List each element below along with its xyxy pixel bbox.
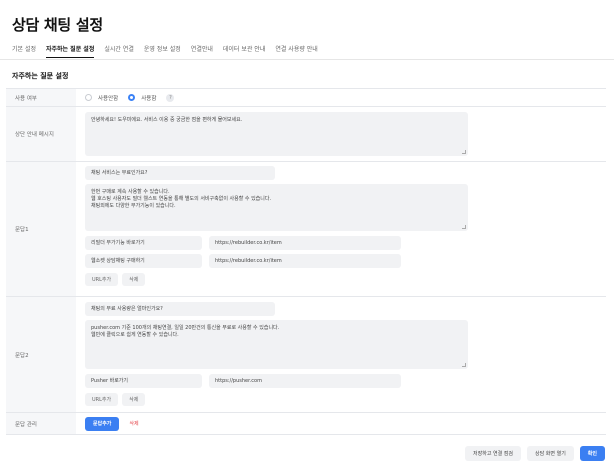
help-icon[interactable]: ? <box>166 93 175 102</box>
add-faq-button[interactable]: 문답추가 <box>85 416 120 431</box>
radio-enabled[interactable] <box>128 94 136 101</box>
link-name-input[interactable]: 웹소켓 상담채팅 구매하기 <box>85 254 202 268</box>
tab-usage-guide[interactable]: 연결 사용량 안내 <box>275 44 317 58</box>
tab-data-retention[interactable]: 데이터 보관 안내 <box>223 44 265 58</box>
faq-button-row-2: URL추가 삭제 <box>85 393 597 406</box>
open-chat-button[interactable]: 상담 화면 열기 <box>527 446 574 461</box>
faq-answer-line: 웹빈에 클릭으로 쉽게 연동할 수 있습니다. <box>91 332 179 338</box>
resize-grip-icon[interactable] <box>462 150 466 154</box>
intro-text: 안녕하세요! 도우미에요. 서비스 이용 중 궁금한 점을 편하게 물어보세요. <box>91 117 243 123</box>
radio-disabled[interactable] <box>85 94 92 101</box>
tab-realtime-connection[interactable]: 실시간 연결 <box>104 44 134 58</box>
intro-row: 상단 안내 메시지 안녕하세요! 도우미에요. 서비스 이용 중 궁금한 점을 … <box>6 107 606 162</box>
faq-answer-line: 채팅외에도 다양한 부가기능이 있습니다. <box>91 203 176 209</box>
faq-button-row-1: URL추가 삭제 <box>85 273 597 286</box>
intro-label: 상단 안내 메시지 <box>6 107 76 161</box>
delete-url-button[interactable]: 삭제 <box>122 393 146 406</box>
faq-settings-form: 사용 여부 사용안함 사용함 ? 상단 안내 메시지 안녕하세요! 도우미에요.… <box>6 88 606 435</box>
faq-answer-textarea-2[interactable]: pusher.com 기준 100개의 채팅연결, 일일 20만건의 통신을 무… <box>85 320 468 369</box>
tab-divider <box>0 59 614 60</box>
tab-faq-settings[interactable]: 자주하는 질문 설정 <box>46 44 95 58</box>
manage-label: 문답 관리 <box>6 413 76 434</box>
faq-label-2: 문답2 <box>6 297 76 412</box>
radio-enabled-label[interactable]: 사용함 <box>141 94 156 102</box>
link-url-input[interactable]: https://rebuilder.co.kr/item <box>209 236 401 250</box>
usage-label: 사용 여부 <box>6 89 76 106</box>
page-title: 상담 채팅 설정 <box>12 16 103 34</box>
resize-grip-icon[interactable] <box>462 225 466 229</box>
faq-answer-line: 한번 구매로 계속 사용할 수 있습니다. <box>91 189 170 195</box>
intro-textarea[interactable]: 안녕하세요! 도우미에요. 서비스 이용 중 궁금한 점을 편하게 물어보세요. <box>85 112 468 156</box>
tab-connection-guide[interactable]: 연결안내 <box>191 44 213 58</box>
faq-question-input-2[interactable]: 채팅의 무료 사용량은 얼마인가요? <box>85 302 275 316</box>
add-url-button[interactable]: URL추가 <box>85 393 119 406</box>
tab-basic-settings[interactable]: 기본 설정 <box>12 44 36 58</box>
add-url-button[interactable]: URL추가 <box>85 273 119 286</box>
faq-row-1: 문답1 채팅 서비스는 무료인가요? 한번 구매로 계속 사용할 수 있습니다.… <box>6 162 606 297</box>
delete-url-button[interactable]: 삭제 <box>122 273 146 286</box>
faq-row-2: 문답2 채팅의 무료 사용량은 얼마인가요? pusher.com 기준 100… <box>6 297 606 413</box>
footer-actions: 저장하고 연결 점검 상담 화면 열기 확인 <box>465 446 605 461</box>
confirm-button[interactable]: 확인 <box>579 446 605 461</box>
faq-answer-line: pusher.com 기준 100개의 채팅연결, 일일 20만건의 통신을 무… <box>91 325 280 331</box>
faq-manage-row: 문답 관리 문답추가 삭제 <box>6 413 606 435</box>
tab-operation-info[interactable]: 운영 정보 설정 <box>144 44 181 58</box>
faq-link-row: 웹소켓 상담채팅 구매하기 https://rebuilder.co.kr/it… <box>85 254 597 268</box>
faq-link-row: 리빌더 부가기능 바로가기 https://rebuilder.co.kr/it… <box>85 236 597 250</box>
delete-faq-button[interactable]: 삭제 <box>123 417 144 431</box>
faq-link-row: Pusher 바로가기 https://pusher.com <box>85 374 597 388</box>
usage-row: 사용 여부 사용안함 사용함 ? <box>6 89 606 107</box>
save-and-check-button[interactable]: 저장하고 연결 점검 <box>465 446 522 461</box>
link-name-input[interactable]: Pusher 바로가기 <box>85 374 202 388</box>
tab-bar: 기본 설정 자주하는 질문 설정 실시간 연결 운영 정보 설정 연결안내 데이… <box>12 44 602 58</box>
radio-disabled-label[interactable]: 사용안함 <box>98 94 118 102</box>
link-url-input[interactable]: https://rebuilder.co.kr/item <box>209 254 401 268</box>
faq-question-input-1[interactable]: 채팅 서비스는 무료인가요? <box>85 166 275 180</box>
section-title: 자주하는 질문 설정 <box>12 72 69 80</box>
faq-answer-textarea-1[interactable]: 한번 구매로 계속 사용할 수 있습니다. 웹 호스팅 사용자도 빌더 웰스트 … <box>85 184 468 231</box>
link-url-input[interactable]: https://pusher.com <box>209 374 401 388</box>
link-name-input[interactable]: 리빌더 부가기능 바로가기 <box>85 236 202 250</box>
resize-grip-icon[interactable] <box>462 363 466 367</box>
faq-label-1: 문답1 <box>6 162 76 296</box>
faq-answer-line: 웹 호스팅 사용자도 빌더 웰스트 연동을 통해 별도의 서비구축없이 사용할 … <box>91 196 272 202</box>
